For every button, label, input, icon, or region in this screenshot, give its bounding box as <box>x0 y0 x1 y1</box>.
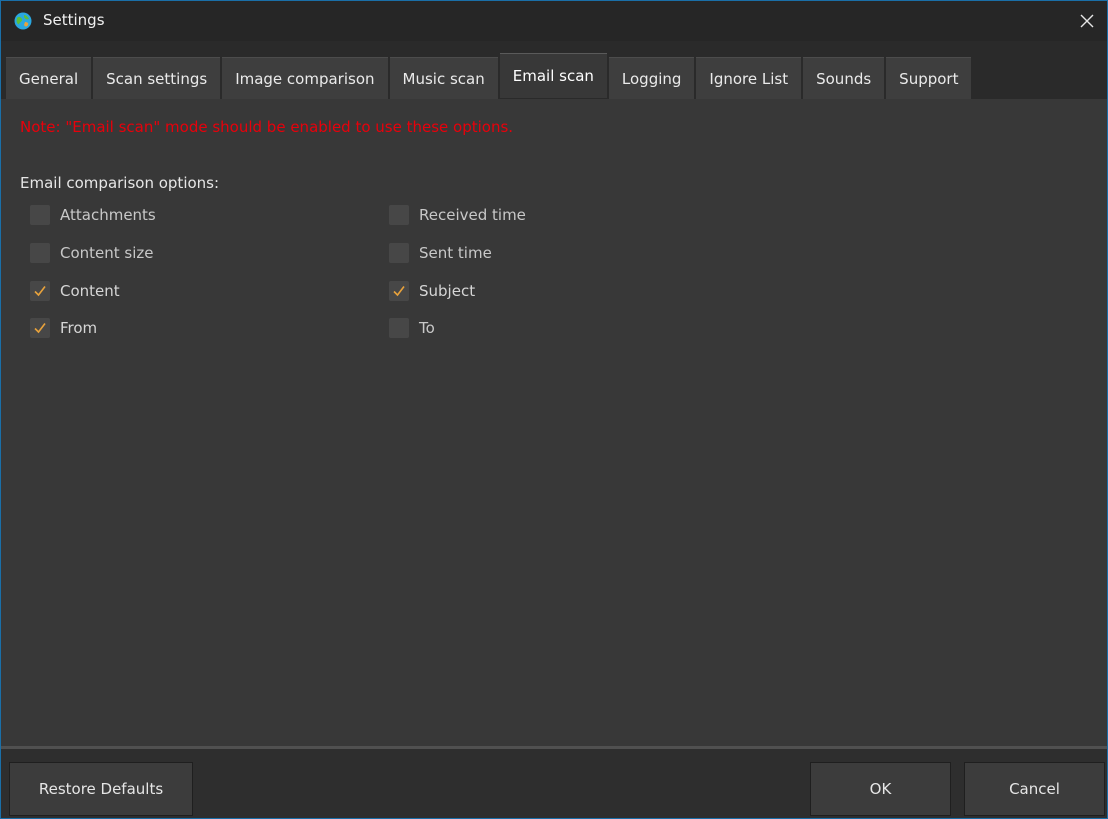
checkbox[interactable] <box>389 243 409 263</box>
option-content-size[interactable]: Content size <box>30 242 154 264</box>
settings-window: Settings General Scan settings Image com… <box>0 0 1108 819</box>
check-icon <box>34 286 46 297</box>
title-bar[interactable]: Settings <box>1 1 1107 41</box>
option-label: Sent time <box>419 244 492 262</box>
note-text: Note: "Email scan" mode should be enable… <box>20 118 514 136</box>
checkbox[interactable] <box>30 205 50 225</box>
button-bar: Restore Defaults OK Cancel <box>1 746 1107 818</box>
option-to[interactable]: To <box>389 317 435 339</box>
option-label: Received time <box>419 206 526 224</box>
option-label: Content size <box>60 244 154 262</box>
tab-list: General Scan settings Image comparison M… <box>6 53 972 99</box>
tab-music-scan[interactable]: Music scan <box>389 57 498 99</box>
check-icon <box>34 323 46 334</box>
checkbox[interactable] <box>389 281 409 301</box>
option-content[interactable]: Content <box>30 280 120 302</box>
window-title: Settings <box>43 11 105 29</box>
option-label: To <box>419 319 435 337</box>
checkbox[interactable] <box>30 281 50 301</box>
checkbox[interactable] <box>30 318 50 338</box>
check-icon <box>393 286 405 297</box>
tab-logging[interactable]: Logging <box>608 57 695 99</box>
tab-strip: General Scan settings Image comparison M… <box>1 41 1107 99</box>
option-subject[interactable]: Subject <box>389 280 475 302</box>
tab-sounds[interactable]: Sounds <box>803 57 885 99</box>
checkbox[interactable] <box>389 205 409 225</box>
option-label: From <box>60 319 98 337</box>
section-label: Email comparison options: <box>20 174 220 192</box>
tab-general[interactable]: General <box>6 57 92 99</box>
option-sent-time[interactable]: Sent time <box>389 242 492 264</box>
option-label: Attachments <box>60 206 156 224</box>
ok-button[interactable]: OK <box>810 762 951 816</box>
option-attachments[interactable]: Attachments <box>30 204 156 226</box>
close-button[interactable] <box>1067 1 1107 41</box>
checkbox[interactable] <box>389 318 409 338</box>
tab-ignore-list[interactable]: Ignore List <box>696 57 802 99</box>
tab-support[interactable]: Support <box>886 57 972 99</box>
option-from[interactable]: From <box>30 317 97 339</box>
cancel-button[interactable]: Cancel <box>964 762 1105 816</box>
tab-scan-settings[interactable]: Scan settings <box>93 57 221 99</box>
close-icon <box>1080 14 1094 28</box>
globe-icon <box>14 12 32 30</box>
option-label: Content <box>60 282 120 300</box>
option-label: Subject <box>419 282 476 300</box>
tab-email-scan[interactable]: Email scan <box>499 53 607 98</box>
checkbox[interactable] <box>30 243 50 263</box>
option-received-time[interactable]: Received time <box>389 204 526 226</box>
email-scan-panel: Note: "Email scan" mode should be enable… <box>1 99 1107 746</box>
tab-image-comparison[interactable]: Image comparison <box>222 57 388 99</box>
restore-defaults-button[interactable]: Restore Defaults <box>9 762 193 816</box>
